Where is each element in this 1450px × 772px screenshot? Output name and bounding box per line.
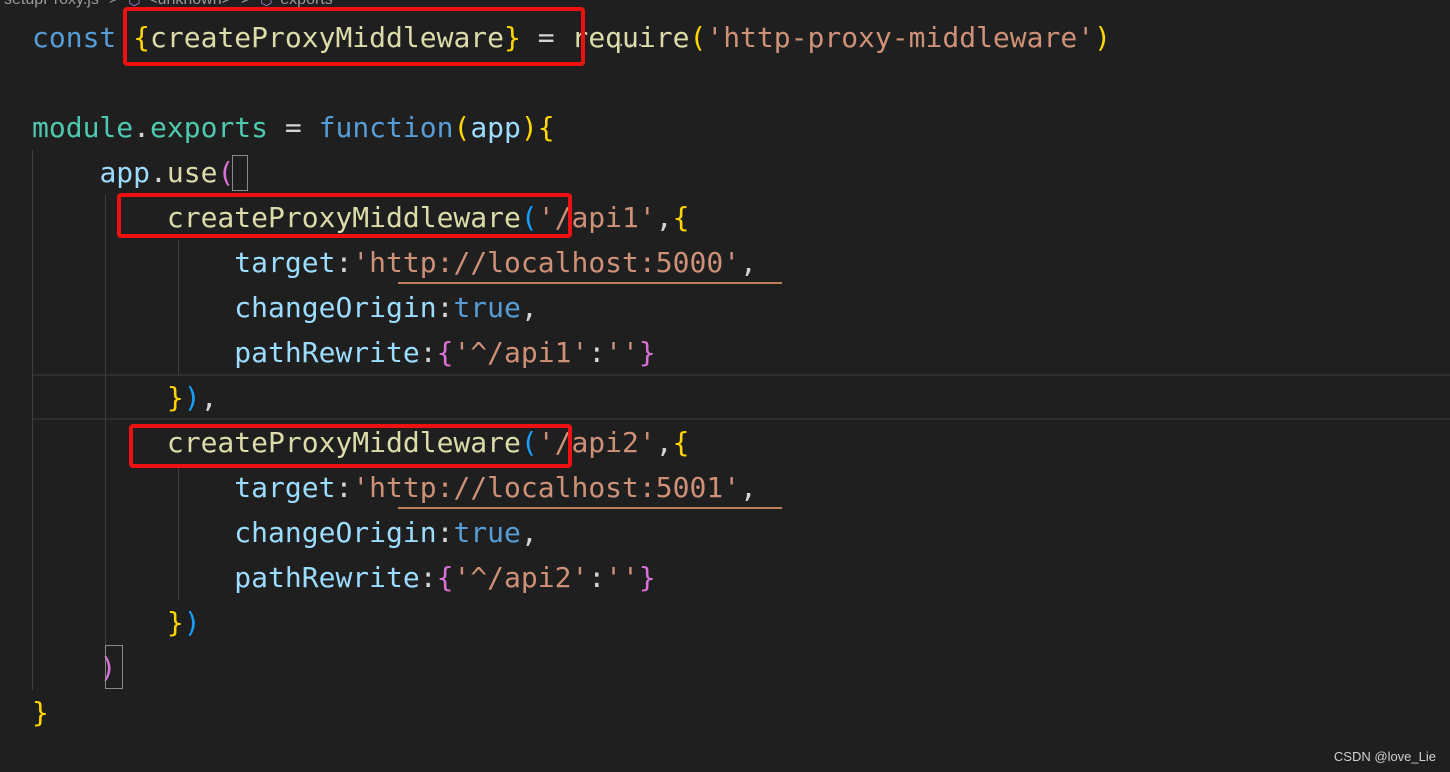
- code-line[interactable]: changeOrigin:true,: [32, 285, 538, 330]
- code-token: changeOrigin: [234, 516, 437, 549]
- current-line-highlight: [32, 374, 1450, 420]
- symbol-method-icon: ⬡: [260, 0, 273, 8]
- code-token: true: [453, 291, 521, 324]
- code-token: (: [689, 21, 707, 54]
- code-token: ): [520, 111, 538, 144]
- code-token: exports: [150, 111, 269, 144]
- code-line[interactable]: module.exports = function(app){: [32, 105, 555, 150]
- code-line[interactable]: changeOrigin:true,: [32, 510, 538, 555]
- code-token: app: [470, 111, 521, 144]
- code-token: ): [183, 381, 201, 414]
- code-token: '': [605, 561, 639, 594]
- code-token: }: [638, 336, 656, 369]
- code-line[interactable]: app.use(: [32, 150, 234, 195]
- code-token: ,: [740, 471, 757, 504]
- code-line[interactable]: }),: [32, 375, 218, 420]
- code-token: ,: [655, 426, 673, 459]
- code-token: app: [99, 156, 151, 189]
- code-token: }: [638, 561, 656, 594]
- code-token: {: [672, 426, 690, 459]
- code-token: changeOrigin: [234, 291, 437, 324]
- code-token: {: [537, 111, 555, 144]
- code-token: pathRewrite: [234, 336, 420, 369]
- annotation-box-import: [123, 7, 585, 66]
- code-token: module: [32, 111, 134, 144]
- breadcrumb-separator: >: [109, 0, 118, 9]
- code-token: const: [32, 21, 134, 54]
- code-token: :: [419, 561, 437, 594]
- suggestion-hint-dots[interactable]: ···: [617, 39, 644, 53]
- code-token: (: [453, 111, 471, 144]
- code-token: ,: [740, 246, 757, 279]
- code-token: ': [352, 471, 370, 504]
- code-token: }: [32, 696, 49, 729]
- code-token: :: [335, 246, 353, 279]
- code-token: http://localhost:5000: [369, 246, 724, 279]
- code-token: {: [436, 336, 454, 369]
- url-link-underline[interactable]: [398, 282, 782, 284]
- code-token: http://localhost:5001: [369, 471, 724, 504]
- code-token: function: [318, 111, 454, 144]
- code-line[interactable]: }: [32, 690, 49, 735]
- breadcrumb-file[interactable]: setupProxy.js: [4, 0, 99, 9]
- annotation-box-proxy-2: [129, 424, 572, 468]
- bracket-match-indicator: [232, 155, 248, 191]
- code-token: target: [234, 471, 336, 504]
- code-line[interactable]: }): [32, 600, 201, 645]
- url-link-underline[interactable]: [398, 507, 782, 509]
- code-token: use: [166, 156, 218, 189]
- bracket-match-indicator: [105, 645, 123, 689]
- code-line[interactable]: target:'http://localhost:5000',: [32, 240, 757, 285]
- code-token: '': [605, 336, 639, 369]
- code-line[interactable]: pathRewrite:{'^/api1':''}: [32, 330, 656, 375]
- code-line[interactable]: pathRewrite:{'^/api2':''}: [32, 555, 656, 600]
- code-token: :: [436, 516, 454, 549]
- code-token: ': [723, 246, 741, 279]
- code-token: }: [166, 606, 184, 639]
- code-token: ,: [655, 201, 673, 234]
- code-token: :: [588, 561, 606, 594]
- code-token: ,: [200, 381, 218, 414]
- code-token: 'http-proxy-middleware': [706, 21, 1095, 54]
- code-token: ,: [520, 516, 538, 549]
- code-token: ): [1094, 21, 1111, 54]
- code-token: {: [672, 201, 690, 234]
- code-token: ): [183, 606, 201, 639]
- code-token: .: [133, 111, 151, 144]
- code-token: ,: [520, 291, 538, 324]
- code-token: .: [150, 156, 167, 189]
- code-token: }: [166, 381, 184, 414]
- code-token: :: [436, 291, 454, 324]
- watermark: CSDN @love_Lie: [1333, 749, 1436, 764]
- code-token: '^/api2': [453, 561, 589, 594]
- code-token: ': [723, 471, 741, 504]
- code-token: '^/api1': [453, 336, 589, 369]
- code-token: pathRewrite: [234, 561, 420, 594]
- code-token: :: [588, 336, 606, 369]
- code-token: target: [234, 246, 336, 279]
- code-line[interactable]: ): [32, 645, 116, 690]
- symbol-method-icon: ⬡: [128, 0, 141, 8]
- code-token: true: [453, 516, 521, 549]
- annotation-box-proxy-1: [117, 193, 572, 238]
- code-token: {: [436, 561, 454, 594]
- code-token: :: [419, 336, 437, 369]
- code-token: :: [335, 471, 353, 504]
- code-token: ': [352, 246, 370, 279]
- code-line[interactable]: target:'http://localhost:5001',: [32, 465, 757, 510]
- code-token: =: [268, 111, 319, 144]
